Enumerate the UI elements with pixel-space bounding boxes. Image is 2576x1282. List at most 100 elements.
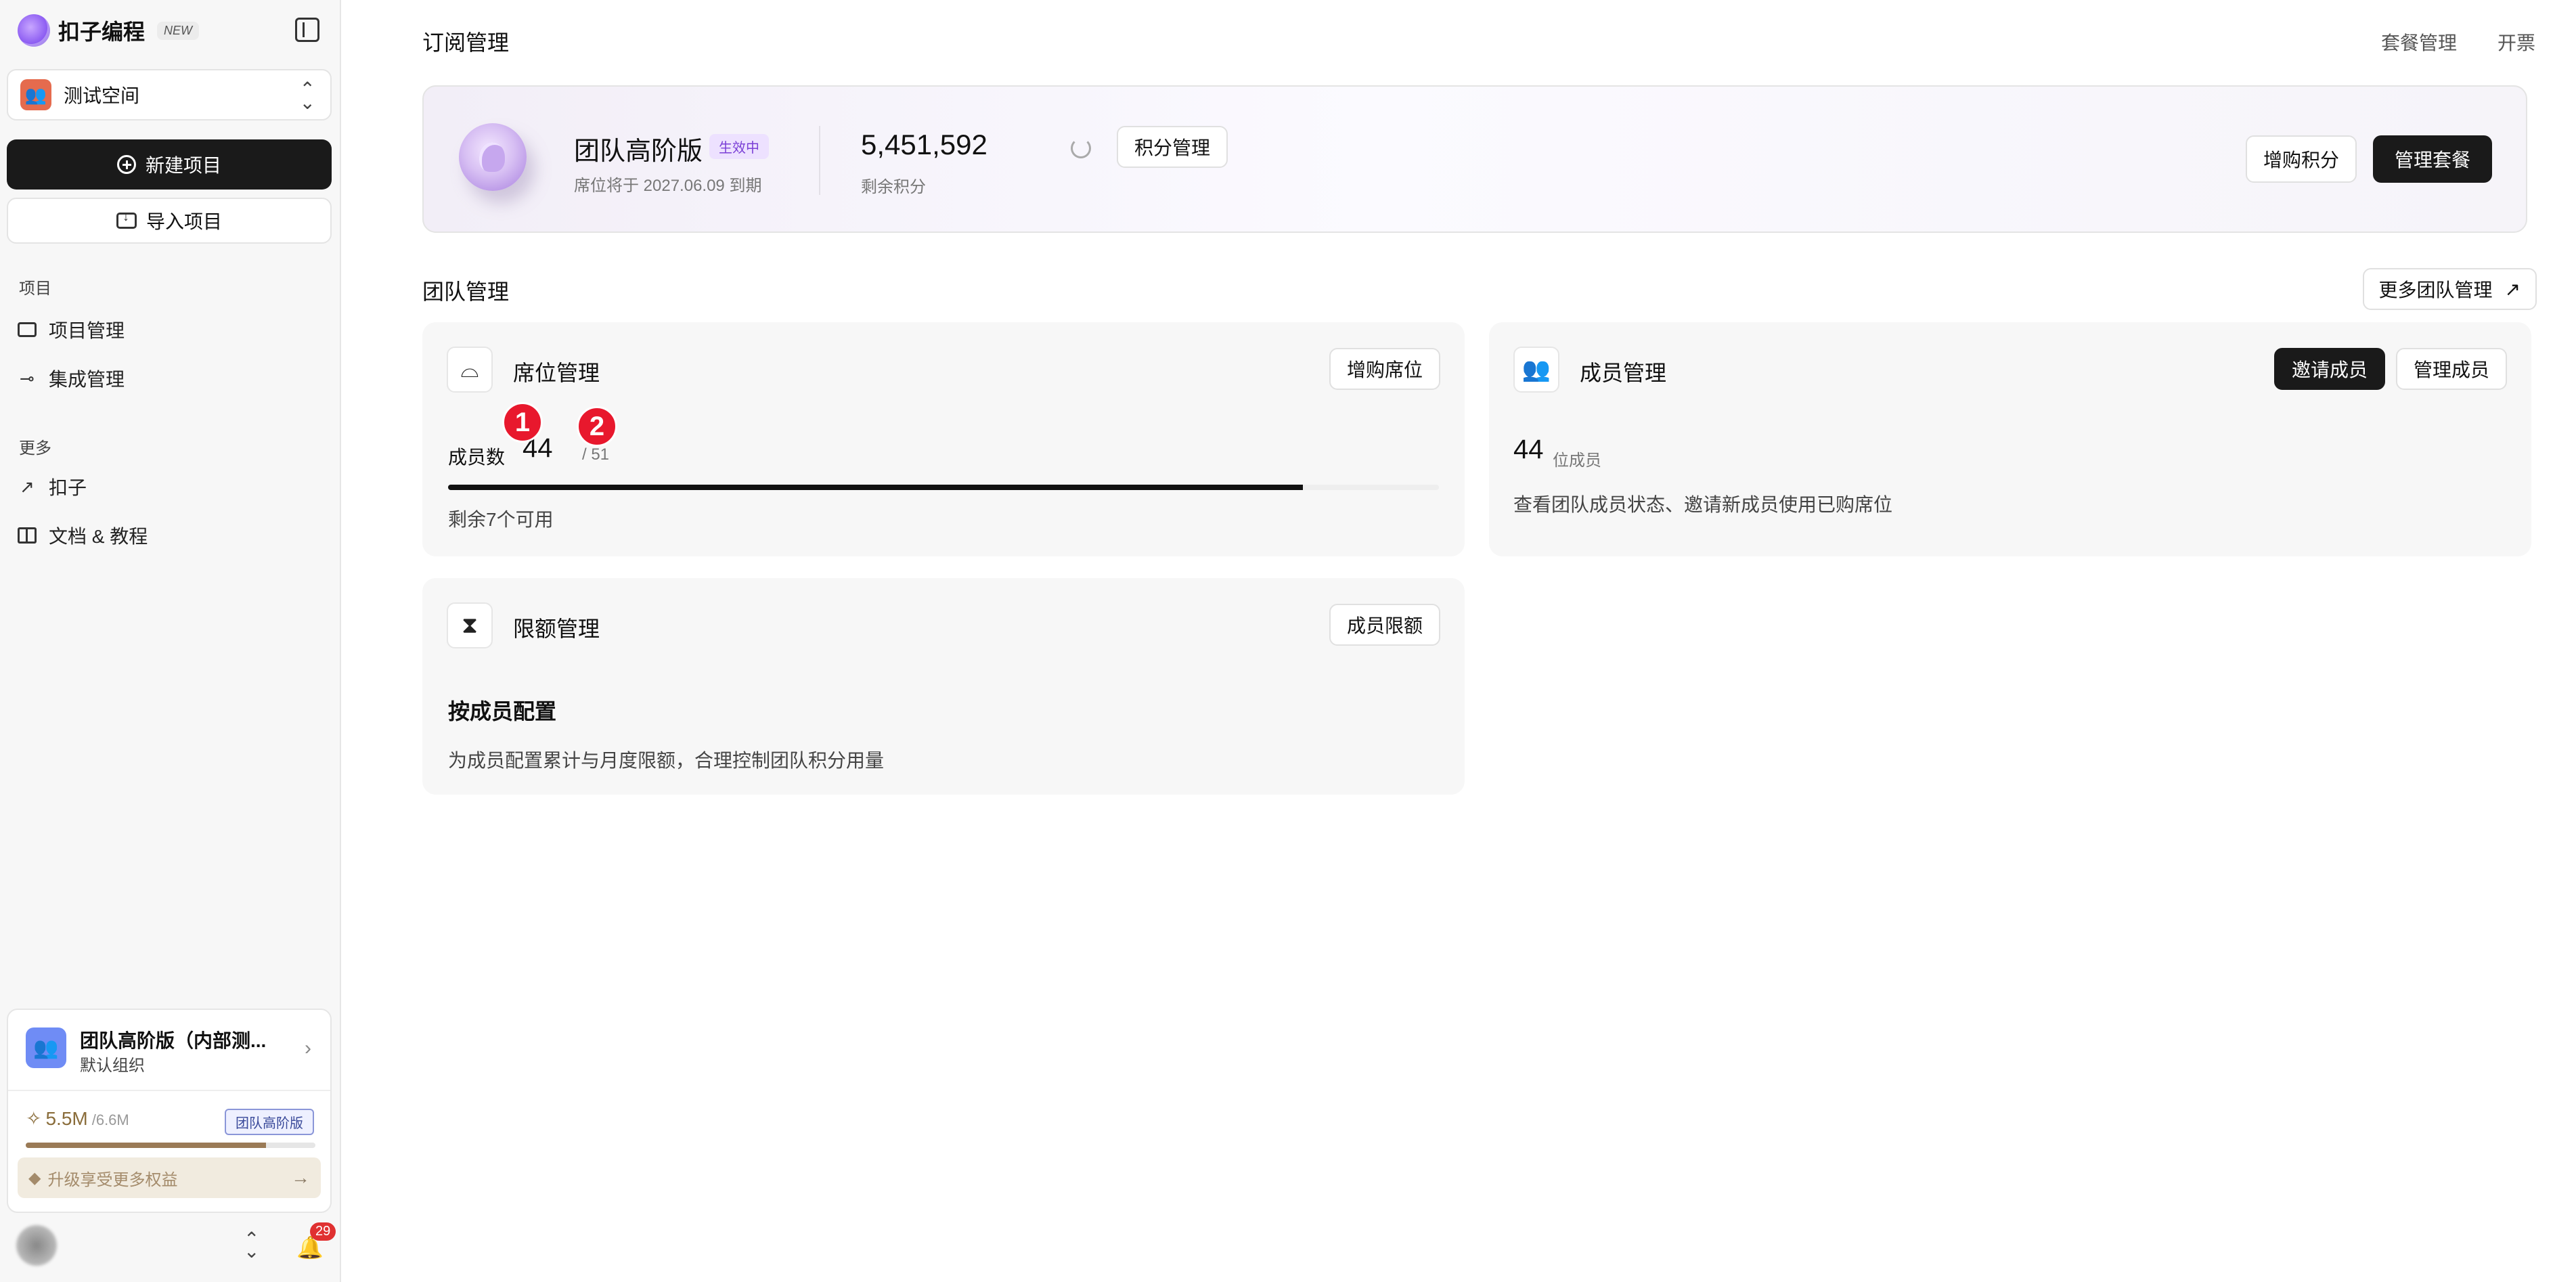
- seat-panel-title: 席位管理: [513, 361, 600, 385]
- plan-coin-icon: [459, 123, 527, 191]
- book-icon-wrap: [18, 526, 37, 545]
- member-quota-button[interactable]: 成员限额: [1329, 604, 1440, 646]
- header-links: 套餐管理 开票: [2381, 28, 2535, 56]
- more-team-management-button[interactable]: 更多团队管理 ↗: [2362, 268, 2537, 310]
- seat-member-label: 成员数: [448, 447, 506, 468]
- seat-progress: [448, 485, 1439, 490]
- brand-new-badge: NEW: [157, 21, 200, 40]
- brand[interactable]: 扣子编程 NEW: [18, 14, 200, 47]
- member-unit: 位成员: [1553, 451, 1601, 470]
- org-credits: ✧ 5.5M /6.6M: [26, 1107, 129, 1130]
- org-divider: [8, 1090, 330, 1091]
- arrow-right-icon: →: [291, 1167, 310, 1188]
- manage-plan-button[interactable]: 管理套餐: [2372, 135, 2492, 183]
- brand-logo-icon: [18, 14, 50, 47]
- upgrade-label: 升级享受更多权益: [47, 1170, 178, 1189]
- org-name: 团队高阶版（内部测...: [80, 1030, 267, 1051]
- plan-management-link[interactable]: 套餐管理: [2381, 28, 2457, 56]
- section-label-projects: 项目: [19, 280, 51, 298]
- sidebar: 扣子编程 NEW 👥 测试空间 ⌃⌄ 新建项目 导入项目 项目 项目管理 ⊸ 集…: [0, 0, 341, 1282]
- member-panel-title: 成员管理: [1580, 361, 1667, 385]
- org-credits-progress-fill: [26, 1143, 267, 1148]
- arrow-up-right-icon: ↗: [20, 476, 35, 497]
- plan-expiry: 席位将于 2027.06.09 到期: [574, 177, 762, 195]
- avatar: [16, 1225, 57, 1266]
- more-team-label: 更多团队管理: [2378, 280, 2493, 301]
- folder-icon-wrap: [18, 320, 37, 339]
- quota-description: 为成员配置累计与月度限额，合理控制团队积分用量: [448, 750, 885, 771]
- org-subtitle: 默认组织: [80, 1057, 145, 1075]
- import-project-label: 导入项目: [146, 211, 222, 232]
- team-section-title: 团队管理: [422, 280, 510, 304]
- annotation-marker-1: 1: [502, 402, 543, 443]
- sidebar-item-integrations[interactable]: ⊸ 集成管理: [18, 361, 125, 395]
- new-project-label: 新建项目: [145, 155, 221, 176]
- seat-progress-fill: [448, 485, 1304, 490]
- divider: [819, 126, 820, 195]
- diamond-icon: ◆: [28, 1168, 41, 1187]
- org-credits-progress: [26, 1143, 315, 1148]
- member-management-panel: 👥 成员管理 邀请成员 管理成员 44 位成员 查看团队成员状态、邀请新成员使用…: [1489, 322, 2531, 556]
- buy-seats-button[interactable]: 增购席位: [1329, 348, 1440, 390]
- page-title: 订阅管理: [422, 30, 510, 55]
- status-badge: 生效中: [709, 134, 769, 159]
- import-project-button[interactable]: 导入项目: [7, 198, 332, 244]
- sidebar-item-docs[interactable]: 文档 & 教程: [18, 518, 148, 552]
- book-icon: [18, 527, 37, 544]
- import-icon: [116, 209, 137, 229]
- notification-count-badge: 29: [310, 1222, 336, 1241]
- quota-heading: 按成员配置: [448, 699, 557, 724]
- users-icon: 👥: [1513, 347, 1559, 393]
- workspace-switcher[interactable]: 👥 测试空间 ⌃ ⌄: [7, 69, 332, 120]
- app-root: 扣子编程 NEW 👥 测试空间 ⌃⌄ 新建项目 导入项目 项目 项目管理 ⊸ 集…: [0, 0, 2576, 1282]
- quota-management-panel: ⧗ 限额管理 成员限额 按成员配置 为成员配置累计与月度限额，合理控制团队积分用…: [422, 578, 1465, 795]
- new-project-button[interactable]: 新建项目: [7, 139, 332, 190]
- org-plan-badge: 团队高阶版: [225, 1109, 314, 1135]
- sidebar-item-label: 集成管理: [49, 369, 125, 390]
- invite-member-button[interactable]: 邀请成员: [2273, 348, 2385, 390]
- signpost-icon: ⊸: [20, 368, 35, 389]
- chevron-updown-icon[interactable]: ⌃ ⌄: [244, 1230, 259, 1261]
- arrow-up-right-icon: ↗: [2504, 278, 2521, 300]
- refresh-icon[interactable]: [1071, 138, 1091, 158]
- plus-circle-icon: [116, 155, 136, 174]
- quota-panel-title: 限额管理: [513, 617, 600, 641]
- section-label-more: 更多: [19, 439, 51, 458]
- main-content: 订阅管理 套餐管理 开票 团队高阶版 生效中 席位将于 2027.06.09 到…: [342, 0, 2576, 1282]
- sidebar-item-label: 扣子: [49, 477, 87, 498]
- credits-label: 剩余积分: [861, 178, 926, 196]
- plan-name: 团队高阶版: [574, 137, 703, 166]
- user-name-blurred: [69, 1235, 98, 1256]
- seat-remaining: 剩余7个可用: [448, 509, 554, 530]
- invoice-link[interactable]: 开票: [2497, 28, 2535, 56]
- credits-value: 5,451,592: [861, 129, 987, 160]
- subscription-card: 团队高阶版 生效中 席位将于 2027.06.09 到期 5,451,592 剩…: [422, 85, 2527, 233]
- sidebar-item-kouzi[interactable]: ↗ 扣子: [18, 470, 87, 504]
- manage-credits-button[interactable]: 积分管理: [1117, 126, 1228, 168]
- seat-total: / 51: [582, 445, 610, 464]
- buy-credits-button[interactable]: 增购积分: [2245, 135, 2357, 183]
- manage-members-button[interactable]: 管理成员: [2395, 348, 2507, 390]
- org-credits-total: /6.6M: [91, 1111, 129, 1128]
- upgrade-button[interactable]: ◆ 升级享受更多权益 →: [18, 1157, 321, 1198]
- annotation-marker-2: 2: [577, 406, 617, 447]
- sidebar-item-projects[interactable]: 项目管理: [18, 313, 125, 347]
- chevron-right-icon: ›: [305, 1037, 311, 1059]
- user-menu[interactable]: [16, 1225, 98, 1266]
- workspace-avatar-icon: 👥: [20, 79, 51, 110]
- brand-name: 扣子编程: [58, 20, 146, 44]
- hourglass-icon: ⧗: [447, 602, 493, 648]
- sparkle-icon: ✧: [26, 1108, 42, 1129]
- org-card[interactable]: 👥 团队高阶版（内部测... 默认组织 › ✧ 5.5M /6.6M 团队高阶版…: [7, 1009, 332, 1213]
- member-count: 44: [1513, 435, 1544, 464]
- seat-management-panel: ⌓ 席位管理 增购席位 成员数 44 / 51 剩余7个可用 1 2: [422, 322, 1465, 556]
- member-description: 查看团队成员状态、邀请新成员使用已购席位: [1513, 494, 1893, 515]
- bed-icon: ⌓: [447, 347, 493, 393]
- sidebar-item-label: 文档 & 教程: [49, 526, 148, 547]
- sidebar-collapse-icon[interactable]: [295, 18, 319, 42]
- chevron-updown-icon: ⌃ ⌄: [299, 79, 315, 113]
- org-avatar-icon: 👥: [26, 1027, 66, 1068]
- sidebar-item-label: 项目管理: [49, 320, 125, 341]
- org-credits-used: 5.5M: [45, 1108, 88, 1129]
- folder-icon: [18, 322, 37, 337]
